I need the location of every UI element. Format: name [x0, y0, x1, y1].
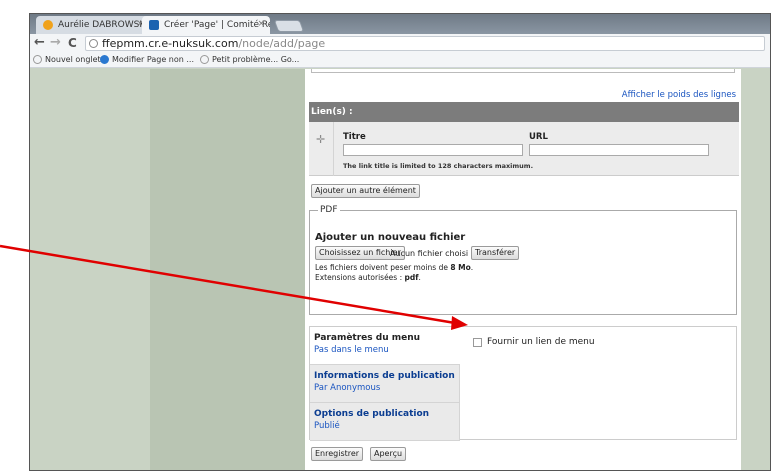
bookmark-new-tab[interactable]: Nouvel onglet — [33, 55, 101, 64]
add-another-item-button[interactable]: Ajouter un autre élément — [311, 184, 420, 198]
pdf-legend: PDF — [318, 205, 340, 215]
browser-toolbar: ← → C ffepmm.cr.e-nuksuk.com/node/add/pa… — [30, 34, 770, 53]
vtab-summary: Pas dans le menu — [314, 345, 389, 355]
close-tab-icon[interactable]: × — [257, 19, 265, 29]
pdf-fieldset: PDF Ajouter un nouveau fichier Choisisse… — [309, 205, 737, 315]
vtab-title: Options de publication — [314, 409, 430, 419]
bookmark-edit-page[interactable]: Modifier Page non ... — [100, 55, 194, 64]
tab-strip: Aurélie DABROWSKI - Ouri × Créer 'Page' … — [30, 14, 770, 34]
site-favicon-icon — [149, 20, 159, 30]
links-field-header: Lien(s) : — [309, 102, 739, 122]
no-file-chosen-text: Aucun fichier choisi — [390, 249, 469, 258]
add-new-file-title: Ajouter un nouveau fichier — [315, 232, 466, 243]
new-tab-button[interactable] — [273, 20, 305, 32]
file-size-note: Les fichiers doivent peser moins de 8 Mo… — [315, 263, 473, 272]
bookmark-label: Petit problème... Go... — [212, 55, 300, 64]
screenshot-frame: Aurélie DABROWSKI - Ouri × Créer 'Page' … — [0, 0, 782, 475]
drag-handle-icon[interactable]: ✛ — [316, 133, 325, 146]
bookmark-small-problem[interactable]: Petit problème... Go... — [200, 55, 299, 64]
bookmarks-bar: Nouvel onglet Modifier Page non ... Peti… — [30, 53, 770, 68]
vertical-tab-list: Paramètres du menu Pas dans le menu Info… — [310, 327, 460, 441]
upload-button[interactable]: Transférer — [471, 246, 520, 260]
drupal-icon — [100, 55, 109, 64]
allowed-extensions-note: Extensions autorisées : pdf. — [315, 273, 421, 282]
link-url-input[interactable] — [529, 144, 709, 156]
vtab-summary: Publié — [314, 421, 340, 431]
link-title-help-text: The link title is limited to 128 charact… — [343, 162, 534, 170]
show-row-weights-link[interactable]: Afficher le poids des lignes — [622, 90, 736, 100]
page-icon — [33, 55, 42, 64]
vtab-authoring-information[interactable]: Informations de publication Par Anonymou… — [310, 365, 460, 403]
vtab-menu-settings[interactable]: Paramètres du menu Pas dans le menu — [310, 327, 460, 365]
page-icon — [200, 55, 209, 64]
bookmark-label: Nouvel onglet — [45, 55, 101, 64]
ext-value: pdf — [404, 273, 419, 282]
mail-favicon-icon — [43, 20, 53, 30]
forward-button[interactable]: → — [50, 35, 61, 50]
ext-prefix: Extensions autorisées : — [315, 273, 405, 282]
provide-menu-link-label[interactable]: Fournir un lien de menu — [487, 337, 595, 347]
save-button[interactable]: Enregistrer — [311, 447, 364, 461]
link-title-input[interactable] — [343, 144, 523, 156]
page-info-icon[interactable] — [89, 39, 98, 48]
ext-suffix: . — [418, 273, 421, 282]
size-note-value: 8 Mo — [450, 263, 471, 272]
tab-create-page[interactable]: Créer 'Page' | Comité Régi × — [142, 16, 270, 34]
tab-label: Aurélie DABROWSKI - Ouri — [58, 20, 149, 30]
address-bar[interactable]: ffepmm.cr.e-nuksuk.com/node/add/page — [85, 36, 765, 51]
address-host: ffepmm.cr.e-nuksuk.com — [102, 37, 239, 50]
node-form: Afficher le poids des lignes Lien(s) : ✛… — [305, 69, 741, 470]
bookmark-label: Modifier Page non ... — [112, 55, 195, 64]
vtab-publishing-options[interactable]: Options de publication Publié — [310, 403, 460, 441]
tab-aurelie[interactable]: Aurélie DABROWSKI - Ouri × — [36, 16, 149, 34]
browser-window: Aurélie DABROWSKI - Ouri × Créer 'Page' … — [29, 13, 771, 471]
link-url-label: URL — [529, 132, 548, 142]
previous-field-border — [311, 69, 735, 73]
provide-menu-link-checkbox[interactable] — [473, 338, 482, 347]
back-button[interactable]: ← — [34, 35, 45, 50]
size-note-prefix: Les fichiers doivent peser moins de — [315, 263, 451, 272]
left-column — [150, 69, 305, 470]
links-field-row: ✛ Titre URL The link title is limited to… — [309, 122, 739, 176]
vtab-title: Informations de publication — [314, 371, 455, 381]
page-viewport: Afficher le poids des lignes Lien(s) : ✛… — [30, 69, 770, 470]
size-note-suffix: . — [470, 263, 474, 272]
tab-label: Créer 'Page' | Comité Régi — [164, 20, 270, 30]
vertical-tabs: Paramètres du menu Pas dans le menu Info… — [309, 326, 737, 441]
address-path: /node/add/page — [238, 37, 326, 50]
vtab-summary: Par Anonymous — [314, 383, 381, 393]
divider — [333, 122, 334, 176]
menu-settings-pane: Fournir un lien de menu — [460, 327, 736, 365]
reload-button[interactable]: C — [68, 36, 77, 50]
vtab-title: Paramètres du menu — [314, 333, 421, 343]
link-title-label: Titre — [343, 132, 366, 142]
preview-button[interactable]: Aperçu — [370, 447, 407, 461]
